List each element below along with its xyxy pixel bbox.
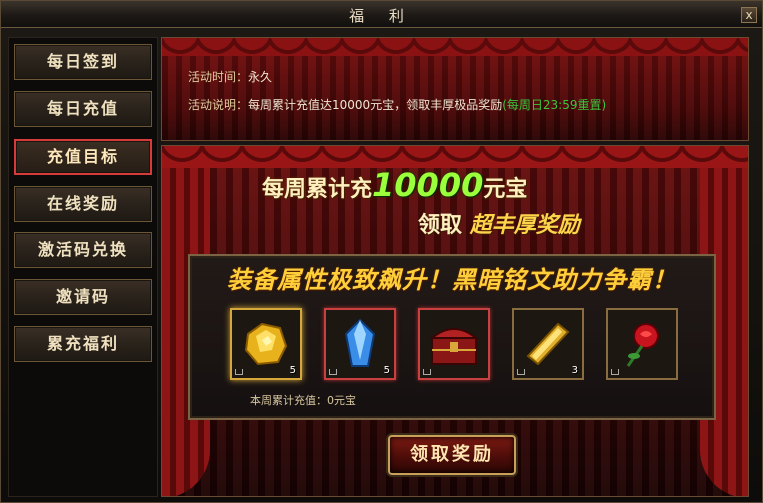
reward-count: 3 bbox=[571, 365, 578, 376]
reward-slot-1[interactable]: 5 bbox=[230, 308, 302, 380]
activity-time: 活动时间：永久 bbox=[188, 68, 272, 85]
sidebar-item-activation-code[interactable]: 激活码兑换 bbox=[14, 232, 152, 268]
reward-slot-5[interactable] bbox=[606, 308, 678, 380]
gold-bar-icon bbox=[526, 322, 570, 366]
weekly-recharge-label: 本周累计充值： bbox=[250, 394, 327, 407]
claim-reward-button[interactable]: 领取奖励 bbox=[388, 435, 516, 475]
activity-desc-label: 活动说明： bbox=[188, 98, 249, 112]
window-title: 福 利 bbox=[349, 7, 414, 25]
reward-banner: 装备属性极致飙升！黑暗铭文助力争霸！ bbox=[227, 266, 677, 294]
curtain-valance bbox=[162, 38, 748, 56]
sidebar: 每日签到 每日充值 充值目标 在线奖励 激活码兑换 邀请码 累充福利 bbox=[8, 37, 158, 497]
activity-time-value: 永久 bbox=[248, 70, 273, 84]
activity-desc-value: 每周累计充值达10000元宝，领取丰厚极品奖励 bbox=[248, 98, 503, 112]
treasure-chest-icon bbox=[429, 328, 479, 365]
bind-icon bbox=[329, 369, 337, 375]
gold-ore-icon bbox=[244, 322, 288, 366]
sidebar-item-recharge-goal[interactable]: 充值目标 bbox=[14, 139, 152, 175]
headline1-prefix: 每周累计充 bbox=[262, 177, 373, 202]
weekly-recharge-total: 本周累计充值：0元宝 bbox=[250, 392, 356, 408]
sidebar-item-invite-code[interactable]: 邀请码 bbox=[14, 279, 152, 315]
bind-icon bbox=[611, 369, 619, 375]
bind-icon bbox=[423, 369, 431, 375]
sidebar-item-cumulative-recharge[interactable]: 累充福利 bbox=[14, 326, 152, 362]
activity-info-panel: 活动时间：永久 活动说明：每周累计充值达10000元宝，领取丰厚极品奖励(每周日… bbox=[161, 37, 749, 141]
activity-description: 活动说明：每周累计充值达10000元宝，领取丰厚极品奖励(每周日23:59重置) bbox=[188, 96, 606, 113]
headline-weekly-recharge: 每周累计充10000元宝 bbox=[262, 166, 527, 204]
red-rose-icon bbox=[626, 323, 659, 367]
reward-slot-3[interactable] bbox=[418, 308, 490, 380]
sidebar-item-daily-checkin[interactable]: 每日签到 bbox=[14, 44, 152, 80]
headline2-prefix: 领取 bbox=[418, 213, 463, 238]
reward-slot-2[interactable]: 5 bbox=[324, 308, 396, 380]
reward-frame: 装备属性极致飙升！黑暗铭文助力争霸！ 5 5 3 本周累计充值：0元宝 bbox=[188, 254, 716, 420]
reward-count: 5 bbox=[289, 365, 296, 376]
reset-note: (每周日23:59重置) bbox=[502, 98, 607, 112]
headline-claim-reward: 领取 超丰厚奖励 bbox=[418, 207, 580, 239]
blue-crystal-icon bbox=[344, 318, 376, 367]
bind-icon bbox=[235, 369, 243, 375]
activity-time-label: 活动时间： bbox=[188, 70, 249, 84]
bind-icon bbox=[517, 369, 525, 375]
weekly-recharge-value: 0元宝 bbox=[327, 394, 356, 407]
reward-stage: 每周累计充10000元宝 领取 超丰厚奖励 装备属性极致飙升！黑暗铭文助力争霸！… bbox=[161, 145, 749, 497]
title-bar: 福 利 x bbox=[1, 1, 762, 28]
reward-count: 5 bbox=[383, 365, 390, 376]
sidebar-item-online-reward[interactable]: 在线奖励 bbox=[14, 186, 152, 222]
reward-slot-4[interactable]: 3 bbox=[512, 308, 584, 380]
sidebar-item-daily-recharge[interactable]: 每日充值 bbox=[14, 91, 152, 127]
stage-valance bbox=[162, 146, 748, 168]
headline2-highlight: 超丰厚奖励 bbox=[469, 213, 580, 238]
headline1-suffix: 元宝 bbox=[483, 177, 528, 202]
headline1-number: 10000 bbox=[372, 166, 484, 204]
welfare-window: 福 利 x 每日签到 每日充值 充值目标 在线奖励 激活码兑换 邀请码 累充福利… bbox=[0, 0, 763, 503]
close-button[interactable]: x bbox=[741, 7, 757, 23]
